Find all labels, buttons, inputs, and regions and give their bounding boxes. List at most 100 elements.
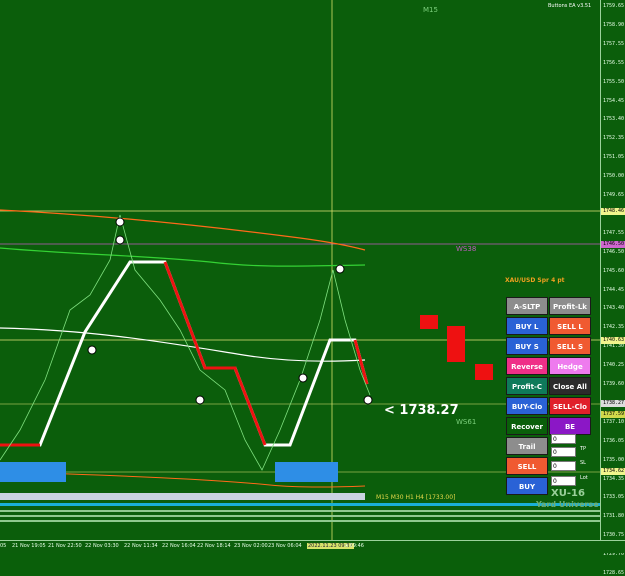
price-axis-label: 1745.60: [603, 267, 625, 274]
price-axis-label: 1731.80: [603, 513, 625, 520]
price-axis-label: 1728.65: [603, 570, 625, 576]
ws61-label: WS61: [456, 418, 477, 426]
input-label: TP: [580, 446, 587, 452]
ws38-label: WS38: [456, 245, 477, 253]
current-price-label: < 1738.27: [384, 403, 459, 418]
a-sltp-button[interactable]: A-SLTP: [506, 297, 548, 315]
ma-white: [0, 327, 366, 362]
input-label: Lot: [580, 475, 588, 481]
price-axis-label: 1739.60: [603, 381, 625, 387]
bottom-band: [0, 510, 600, 512]
price-axis-label: 1741.30: [603, 343, 625, 350]
buy-l-button[interactable]: BUY L: [506, 317, 548, 335]
red-candle: [475, 364, 493, 380]
ma-green: [0, 247, 366, 267]
price-axis-label: 1754.45: [603, 97, 625, 104]
price-chart[interactable]: M15 Buttons EA v3.51 WS38 WS61 XAU/USD S…: [0, 0, 600, 540]
buy-clo-button[interactable]: BUY-Clo: [506, 397, 548, 415]
input-label: SL: [580, 460, 586, 466]
sell-clo-button[interactable]: SELL-Clo: [549, 397, 591, 415]
buy-s-button[interactable]: BUY S: [506, 337, 548, 355]
time-axis-label: 22 Nov 16:04: [162, 543, 196, 549]
price-axis-label: 1746.50: [603, 248, 625, 255]
value-input[interactable]: 0: [551, 447, 576, 457]
value-input[interactable]: 0: [551, 476, 576, 486]
signal-marker: [195, 395, 205, 405]
price-level-box: 1740.63: [601, 337, 625, 344]
be-button[interactable]: BE: [549, 417, 591, 435]
trail-button[interactable]: Trail: [506, 437, 548, 455]
zone-box: [0, 462, 66, 482]
price-axis-label: 1733.05: [603, 494, 625, 501]
bottom-band: [0, 503, 600, 506]
price-axis-label: 1759.65: [603, 3, 625, 9]
red-candle: [420, 315, 438, 329]
time-axis-label: 23 Nov 02:00: [234, 543, 268, 549]
signal-marker: [115, 217, 125, 227]
profit-lk-button[interactable]: Profit-Lk: [549, 297, 591, 315]
buy-button[interactable]: BUY: [506, 477, 548, 495]
signal-marker: [335, 264, 345, 274]
time-axis-label: 22 Nov 03:30: [85, 543, 119, 549]
price-axis-label: 1753.40: [603, 116, 625, 123]
value-input[interactable]: 0: [551, 434, 576, 444]
zone-strip: [0, 493, 365, 500]
price-axis-label: 1743.40: [603, 305, 625, 312]
hedge-button[interactable]: Hedge: [549, 357, 591, 375]
price-axis-label: 1742.35: [603, 324, 625, 331]
trend-red-1: [163, 261, 267, 446]
time-axis-label: 21 Nov 22:50: [48, 543, 82, 549]
sell-s-button[interactable]: SELL S: [549, 337, 591, 355]
price-level-box: 1746.50: [601, 241, 625, 248]
bottom-band: [0, 515, 600, 517]
time-axis-label: 21 Nov 19:05: [12, 543, 46, 549]
signal-marker: [363, 395, 373, 405]
time-axis: 05 21 Nov 19:05 21 Nov 22:50 22 Nov 03:30 22…: [0, 540, 625, 553]
price-axis-label: 1750.00: [603, 173, 625, 180]
timeframe-row: M15 M30 H1 H4 [1733.00]: [376, 494, 456, 501]
sell-l-button[interactable]: SELL L: [549, 317, 591, 335]
price-axis: 1759.65 1758.90 1757.55 1756.55 1755.50 1754.…: [600, 0, 625, 576]
price-axis-label: 1755.50: [603, 78, 625, 85]
price-axis-label: 1744.45: [603, 286, 625, 293]
price-axis-label: 1758.90: [603, 21, 625, 28]
red-candle: [447, 326, 465, 362]
price-axis-label: 1747.55: [603, 229, 625, 236]
timeframe-watermark: M15: [423, 6, 438, 14]
trend-white: [0, 260, 369, 447]
price-axis-label: 1736.05: [603, 437, 625, 444]
price-level-box: 1748.46: [601, 208, 625, 215]
logo-main: XU-16: [551, 488, 585, 499]
signal-marker: [298, 373, 308, 383]
price-axis-label: 1740.25: [603, 362, 625, 369]
time-axis-label: x 09:46: [345, 543, 364, 549]
price-axis-label: 1749.65: [603, 192, 625, 198]
zone-box: [275, 462, 338, 482]
time-axis-label: 23 Nov 06:04: [268, 543, 302, 549]
sell-button[interactable]: SELL: [506, 457, 548, 475]
reverse-button[interactable]: Reverse: [506, 357, 548, 375]
price-axis-label: 1752.35: [603, 135, 625, 142]
symbol-info: XAU/USD Spr 4 pt: [505, 277, 565, 284]
price-axis-label: 1756.55: [603, 59, 625, 66]
signal-marker: [87, 345, 97, 355]
price-axis-label: 1757.55: [603, 40, 625, 47]
price-level-box: 1734.62: [601, 468, 625, 475]
profit-c-button[interactable]: Profit-C: [506, 377, 548, 395]
price-axis-label: 1751.05: [603, 154, 625, 161]
price-axis-label: 1737.10: [603, 418, 625, 425]
time-axis-label: 05: [0, 543, 7, 549]
trend-red-3: [353, 339, 369, 385]
time-axis-label: 22 Nov 18:14: [197, 543, 231, 549]
bottom-band: [0, 520, 600, 522]
time-axis-label: 22 Nov 11:34: [124, 543, 158, 549]
price-axis-label: 1734.35: [603, 475, 625, 482]
logo-sub: Yard Universe: [536, 500, 599, 509]
recover-button[interactable]: Recover: [506, 417, 548, 435]
value-input[interactable]: 0: [551, 461, 576, 471]
signal-marker: [115, 235, 125, 245]
price-axis-label: 1735.00: [603, 456, 625, 463]
close-all-button[interactable]: Close All: [549, 377, 591, 395]
price-line: [0, 214, 371, 471]
ea-title: Buttons EA v3.51: [548, 3, 592, 9]
